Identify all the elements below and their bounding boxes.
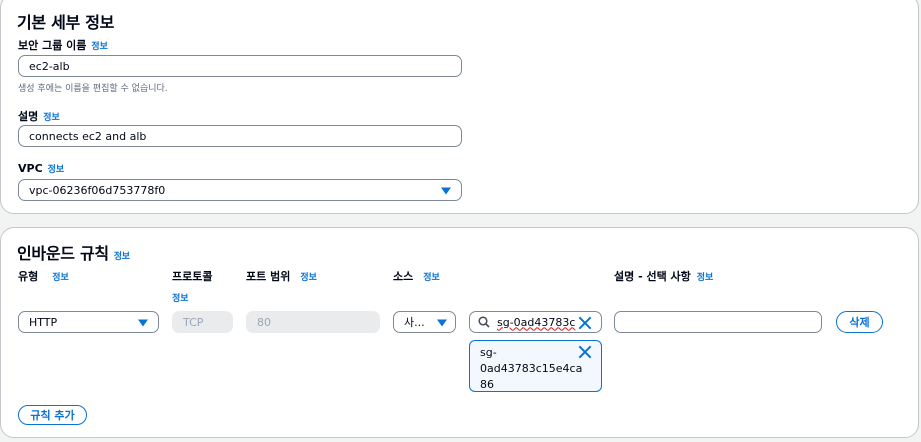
description-label: 설명 정보: [18, 108, 60, 124]
description-col-info-link[interactable]: 정보: [697, 273, 714, 283]
col-type-text: 유형: [18, 270, 39, 283]
col-source: 소스 정보: [393, 268, 440, 284]
source-search-input[interactable]: sg-0ad43783c: [469, 311, 602, 333]
close-icon[interactable]: [578, 316, 592, 330]
rule-protocol-value: TCP: [183, 315, 204, 329]
source-token: sg- 0ad43783c15e4ca 86: [469, 340, 602, 392]
rule-port-value: 80: [257, 315, 271, 329]
close-icon[interactable]: [578, 345, 592, 359]
source-search-value: sg-0ad43783c: [497, 315, 576, 329]
rule-port-field: 80: [246, 311, 380, 333]
group-name-label: 보안 그룹 이름 정보: [18, 37, 108, 53]
col-source-text: 소스: [393, 270, 414, 283]
vpc-select[interactable]: vpc-06236f06d753778f0: [18, 179, 462, 201]
vpc-label-text: VPC: [18, 162, 43, 175]
delete-rule-button[interactable]: 삭제: [836, 311, 883, 333]
rule-protocol-field: TCP: [172, 311, 233, 333]
inbound-rules-panel: 인바운드 규칙 정보 유형 정보 프로토콜 정보 포트 범위 정보 소스 정보 설명 -…: [0, 227, 919, 438]
source-token-line: sg-: [480, 346, 497, 359]
description-value: connects ec2 and alb: [29, 129, 147, 143]
col-description: 설명 - 선택 사항 정보: [614, 268, 713, 284]
basic-details-title: 기본 세부 정보: [17, 13, 115, 32]
source-info-link[interactable]: 정보: [423, 273, 440, 283]
rule-type-value: HTTP: [29, 315, 58, 329]
rule-type-select[interactable]: HTTP: [18, 311, 159, 333]
col-type: 유형 정보: [18, 268, 69, 284]
type-info-link[interactable]: 정보: [52, 273, 69, 283]
description-input[interactable]: connects ec2 and alb: [18, 125, 462, 147]
source-token-line: 86: [480, 378, 494, 391]
protocol-info-link[interactable]: 정보: [172, 291, 189, 304]
vpc-label: VPC 정보: [18, 162, 64, 175]
caret-down-icon: [441, 187, 451, 195]
rule-source-select[interactable]: 사...: [393, 311, 456, 333]
source-token-line: 0ad43783c15e4ca: [480, 362, 583, 375]
search-icon: [478, 316, 490, 328]
col-protocol: 프로토콜: [172, 270, 213, 283]
basic-details-panel: 기본 세부 정보 보안 그룹 이름 정보 ec2-alb 생성 후에는 이름을 편…: [0, 0, 919, 214]
description-info-link[interactable]: 정보: [43, 113, 60, 123]
inbound-info-link[interactable]: 정보: [114, 252, 130, 262]
rule-source-value: 사...: [404, 316, 425, 329]
description-label-text: 설명: [18, 110, 39, 123]
inbound-rules-heading: 인바운드 규칙 정보: [17, 240, 130, 264]
vpc-value: vpc-06236f06d753778f0: [29, 183, 166, 197]
col-description-text: 설명 - 선택 사항: [614, 270, 691, 283]
group-name-hint: 생성 후에는 이름을 편집할 수 없습니다.: [18, 84, 168, 94]
caret-down-icon: [138, 319, 148, 327]
col-port-range-text: 포트 범위: [246, 270, 291, 283]
col-port-range: 포트 범위 정보: [246, 268, 317, 284]
rule-description-input[interactable]: [614, 311, 822, 333]
group-name-input[interactable]: ec2-alb: [18, 55, 462, 77]
add-rule-button[interactable]: 규칙 추가: [18, 405, 87, 425]
group-name-label-text: 보안 그룹 이름: [18, 39, 87, 52]
group-name-value: ec2-alb: [29, 59, 70, 73]
caret-down-icon: [437, 319, 447, 327]
group-name-info-link[interactable]: 정보: [91, 42, 108, 52]
port-info-link[interactable]: 정보: [300, 273, 317, 283]
vpc-info-link[interactable]: 정보: [48, 165, 65, 175]
inbound-rules-title: 인바운드 규칙: [17, 244, 109, 263]
